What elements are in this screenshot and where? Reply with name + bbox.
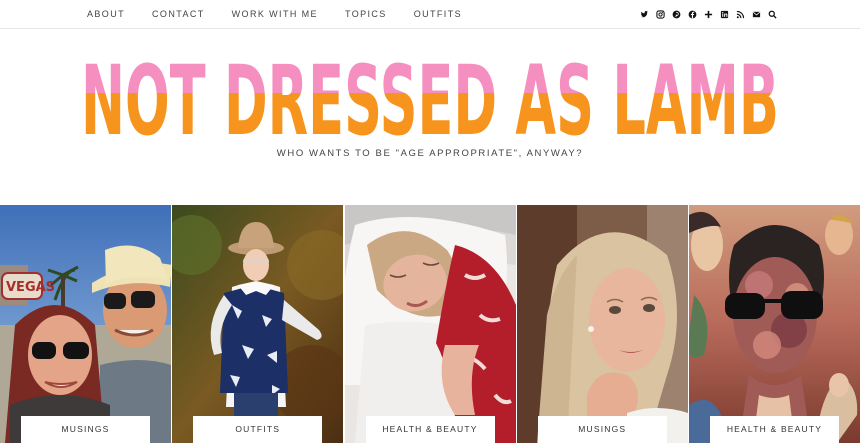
twitter-icon[interactable] [637, 7, 652, 22]
post-image-collage [689, 205, 860, 443]
nav-work-with-me[interactable]: WORK WITH ME [232, 9, 318, 19]
featured-post-4[interactable]: MUSINGS [516, 205, 688, 443]
nav-outfits[interactable]: OUTFITS [414, 9, 462, 19]
social-links [636, 0, 780, 28]
nav-topics[interactable]: TOPICS [345, 9, 387, 19]
post-image-portrait [516, 205, 688, 443]
post-image-sleeping [344, 205, 516, 443]
email-icon[interactable] [749, 7, 764, 22]
post-category-label[interactable]: HEALTH & BEAUTY [710, 416, 839, 443]
nav-contact[interactable]: CONTACT [152, 9, 205, 19]
facebook-icon[interactable] [685, 7, 700, 22]
featured-post-2[interactable]: OUTFITS [172, 205, 344, 443]
post-image-vegas-couple: VEGAS [0, 205, 171, 443]
rss-icon[interactable] [733, 7, 748, 22]
post-category-label[interactable]: HEALTH & BEAUTY [365, 416, 495, 443]
post-image-outfit [172, 205, 344, 443]
featured-posts: VEGAS MUSINGS OUTFITS HEALTH & BEAUTY MU… [0, 205, 860, 443]
featured-post-3[interactable]: HEALTH & BEAUTY [344, 205, 516, 443]
pinterest-icon[interactable] [669, 7, 684, 22]
featured-post-1[interactable]: VEGAS MUSINGS [0, 205, 171, 443]
top-bar: ABOUT CONTACT WORK WITH ME TOPICS OUTFIT… [0, 0, 860, 29]
svg-text:VEGAS: VEGAS [6, 280, 55, 295]
instagram-icon[interactable] [653, 7, 668, 22]
post-category-label[interactable]: MUSINGS [537, 416, 667, 443]
post-category-label[interactable]: MUSINGS [21, 416, 150, 443]
search-icon[interactable] [765, 7, 780, 22]
site-tagline: WHO WANTS TO BE "AGE APPROPRIATE", ANYWA… [276, 148, 584, 159]
featured-post-5[interactable]: HEALTH & BEAUTY [689, 205, 860, 443]
nav-about[interactable]: ABOUT [87, 9, 125, 19]
post-category-label[interactable]: OUTFITS [193, 416, 323, 443]
linkedin-icon[interactable] [717, 7, 732, 22]
bloglovin-icon[interactable] [701, 7, 716, 22]
main-nav: ABOUT CONTACT WORK WITH ME TOPICS OUTFIT… [87, 0, 489, 28]
site-logo[interactable]: NOT DRESSED AS LAMB NOT DRESSED AS LAMB [80, 48, 780, 143]
